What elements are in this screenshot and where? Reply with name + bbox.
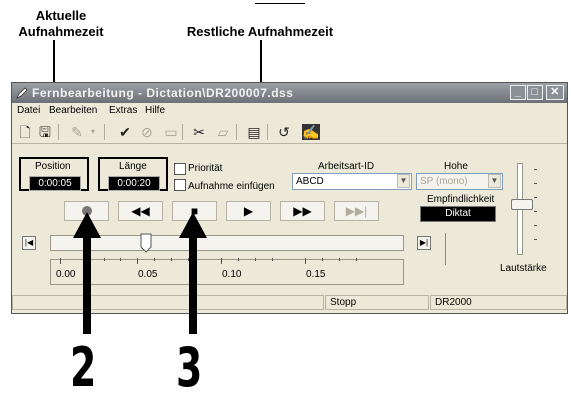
ruler-tick (104, 258, 105, 261)
volume-scale-tick (534, 225, 537, 226)
arbeitsart-value: ABCD (296, 176, 324, 187)
fast-forward-icon: ▶▶ (293, 204, 312, 218)
prioritaet-label: Priorität (188, 163, 223, 174)
rewind-button[interactable]: ◀◀ (118, 201, 163, 221)
tick-label-1: 0.05 (138, 269, 158, 280)
skip-to-start-button[interactable]: |◀ (22, 236, 36, 250)
undo-icon[interactable]: ↺ (275, 124, 293, 140)
ruler-tick (154, 258, 155, 261)
maximize-button[interactable]: □ (527, 85, 543, 100)
ruler-tick (255, 258, 256, 261)
ruler-tick (238, 258, 239, 261)
step-marker-3: 3 (176, 336, 203, 399)
cut-icon[interactable]: ✂ (190, 124, 208, 140)
ruler-tick (221, 258, 222, 264)
ruler-tick (60, 258, 61, 264)
tick-label-3: 0.15 (306, 269, 326, 280)
step-marker-2: 2 (70, 336, 97, 399)
hohe-select[interactable]: SP (mono) ▼ (416, 173, 503, 190)
skip-end-button[interactable]: ▶▶| (334, 201, 379, 221)
menu-bearbeiten[interactable]: Bearbeiten (49, 105, 97, 116)
toolbar-separator (236, 124, 237, 140)
volume-scale-tick (534, 169, 537, 170)
callout-underline (255, 3, 305, 4)
arbeitsart-select[interactable]: ABCD ▼ (292, 173, 412, 190)
save-icon[interactable]: 🖫 (36, 124, 54, 140)
minimize-button[interactable]: _ (510, 85, 526, 100)
aufnahme-einfuegen-checkbox[interactable] (174, 179, 186, 191)
laenge-box: Länge 0:00:20 (98, 157, 168, 191)
status-state: Stopp (325, 295, 429, 310)
volume-scale-tick (534, 239, 537, 240)
callout-current-time-line1: Aktuelle (35, 8, 87, 23)
ruler-tick (171, 258, 172, 261)
laenge-label: Länge (119, 161, 147, 172)
toolbar-separator (182, 124, 183, 140)
callout-remaining-time: Restliche Aufnahmezeit (186, 24, 334, 39)
menu-hilfe[interactable]: Hilfe (145, 105, 165, 116)
ruler-tick (305, 258, 306, 264)
book-icon[interactable]: ▭ (162, 124, 180, 140)
lautstaerke-label: Lautstärke (500, 263, 547, 274)
prioritaet-checkbox[interactable] (174, 163, 186, 175)
timeline-track[interactable] (50, 235, 404, 251)
play-button[interactable]: ▶ (226, 201, 271, 221)
cancel-icon[interactable]: ⊘ (138, 124, 156, 140)
position-label: Position (35, 161, 71, 172)
callout-current-time-line2: Aufnahmezeit (18, 24, 104, 39)
arrow-up-icon (73, 212, 101, 334)
checkmark-icon[interactable]: ✔ (116, 124, 134, 140)
toolbar: 🗋 🖫 ✎ ▾ ✔ ⊘ ▭ ✂ ▱ ▤ ↺ ✍ (12, 121, 567, 144)
properties-icon[interactable]: ▤ (245, 124, 263, 140)
arrow-up-icon (179, 212, 207, 334)
volume-scale-tick (534, 183, 537, 184)
ruler-tick (137, 258, 138, 264)
edit-icon[interactable]: ✍ (302, 124, 320, 140)
timeline-end-marker (445, 233, 446, 265)
hohe-value: SP (mono) (420, 176, 468, 187)
window-title: Fernbearbeitung - Dictation\DR200007.dss (32, 86, 294, 100)
callout-current-time: Aktuelle Aufnahmezeit (6, 8, 116, 40)
title-bar[interactable]: Fernbearbeitung - Dictation\DR200007.dss… (12, 83, 567, 103)
empfindlichkeit-label: Empfindlichkeit (427, 194, 495, 205)
chevron-down-icon[interactable]: ▼ (488, 174, 501, 188)
position-box: Position 0:00:05 (19, 157, 89, 191)
skip-end-icon: ▶▶| (345, 204, 368, 218)
menu-bar: Datei Bearbeiten Extras Hilfe (12, 103, 567, 119)
fast-forward-button[interactable]: ▶▶ (280, 201, 325, 221)
toolbar-separator (58, 124, 59, 140)
ruler-tick (322, 258, 323, 261)
close-button[interactable]: ✕ (546, 85, 564, 100)
status-device: DR2000 (430, 295, 567, 310)
chevron-down-icon[interactable]: ▼ (397, 174, 410, 188)
tools-dropdown-icon[interactable]: ▾ (84, 124, 102, 140)
volume-scale-tick (534, 211, 537, 212)
new-document-icon[interactable]: 🗋 (16, 124, 34, 140)
menu-datei[interactable]: Datei (17, 105, 40, 116)
ruler-tick (120, 258, 121, 261)
play-icon: ▶ (243, 204, 254, 218)
arbeitsart-label: Arbeitsart-ID (318, 161, 375, 172)
toolbar-separator (267, 124, 268, 140)
volume-slider-thumb[interactable] (511, 199, 533, 210)
pen-icon (16, 87, 28, 99)
paste-icon[interactable]: ▱ (214, 124, 232, 140)
empfindlichkeit-display: Diktat (420, 206, 496, 222)
ruler-tick (356, 258, 357, 261)
skip-to-end-button[interactable]: ▶| (417, 236, 431, 250)
timeline-thumb[interactable] (140, 233, 152, 253)
hohe-label: Hohe (444, 161, 468, 172)
status-cell-main (12, 295, 324, 310)
tick-label-2: 0.10 (222, 269, 242, 280)
menu-extras[interactable]: Extras (109, 105, 137, 116)
volume-scale-tick (534, 197, 537, 198)
ruler-tick (339, 258, 340, 261)
toolbar-separator (104, 124, 105, 140)
position-display: 0:00:05 (29, 176, 81, 191)
ruler-tick (272, 258, 273, 261)
rewind-icon: ◀◀ (131, 204, 150, 218)
aufnahme-einfuegen-label: Aufnahme einfügen (188, 181, 275, 192)
laenge-display: 0:00:20 (108, 176, 160, 191)
